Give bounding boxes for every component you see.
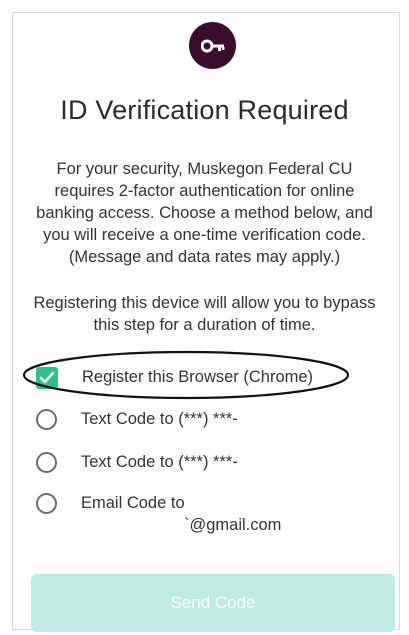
key-icon — [200, 39, 224, 52]
register-browser-option[interactable]: Register this Browser (Chrome) — [36, 366, 313, 389]
device-registration-note: Registering this device will allow you t… — [33, 294, 376, 334]
email-code-option[interactable]: Email Code to — [36, 492, 185, 514]
text-code-option-2[interactable]: Text Code to (***) ***- — [36, 451, 238, 473]
checkmark-icon — [39, 371, 55, 384]
text-code-label-1: Text Code to (***) ***- — [81, 410, 238, 428]
text-code-option-1[interactable]: Text Code to (***) ***- — [36, 408, 238, 430]
register-browser-label: Register this Browser (Chrome) — [82, 368, 314, 386]
text-code-radio-2[interactable] — [36, 452, 57, 473]
register-browser-checkbox[interactable] — [36, 367, 58, 389]
key-badge — [189, 22, 236, 69]
email-code-radio[interactable] — [36, 493, 57, 514]
intro-text: For your security, Muskegon Federal CU r… — [36, 160, 373, 266]
text-code-radio-1[interactable] — [36, 409, 57, 430]
email-code-label: Email Code to — [81, 494, 185, 512]
email-address-label: `@gmail.com — [184, 516, 282, 534]
text-code-label-2: Text Code to (***) ***- — [81, 453, 238, 471]
page-title: ID Verification Required — [60, 95, 349, 125]
send-code-button[interactable]: Send Code — [31, 574, 395, 632]
